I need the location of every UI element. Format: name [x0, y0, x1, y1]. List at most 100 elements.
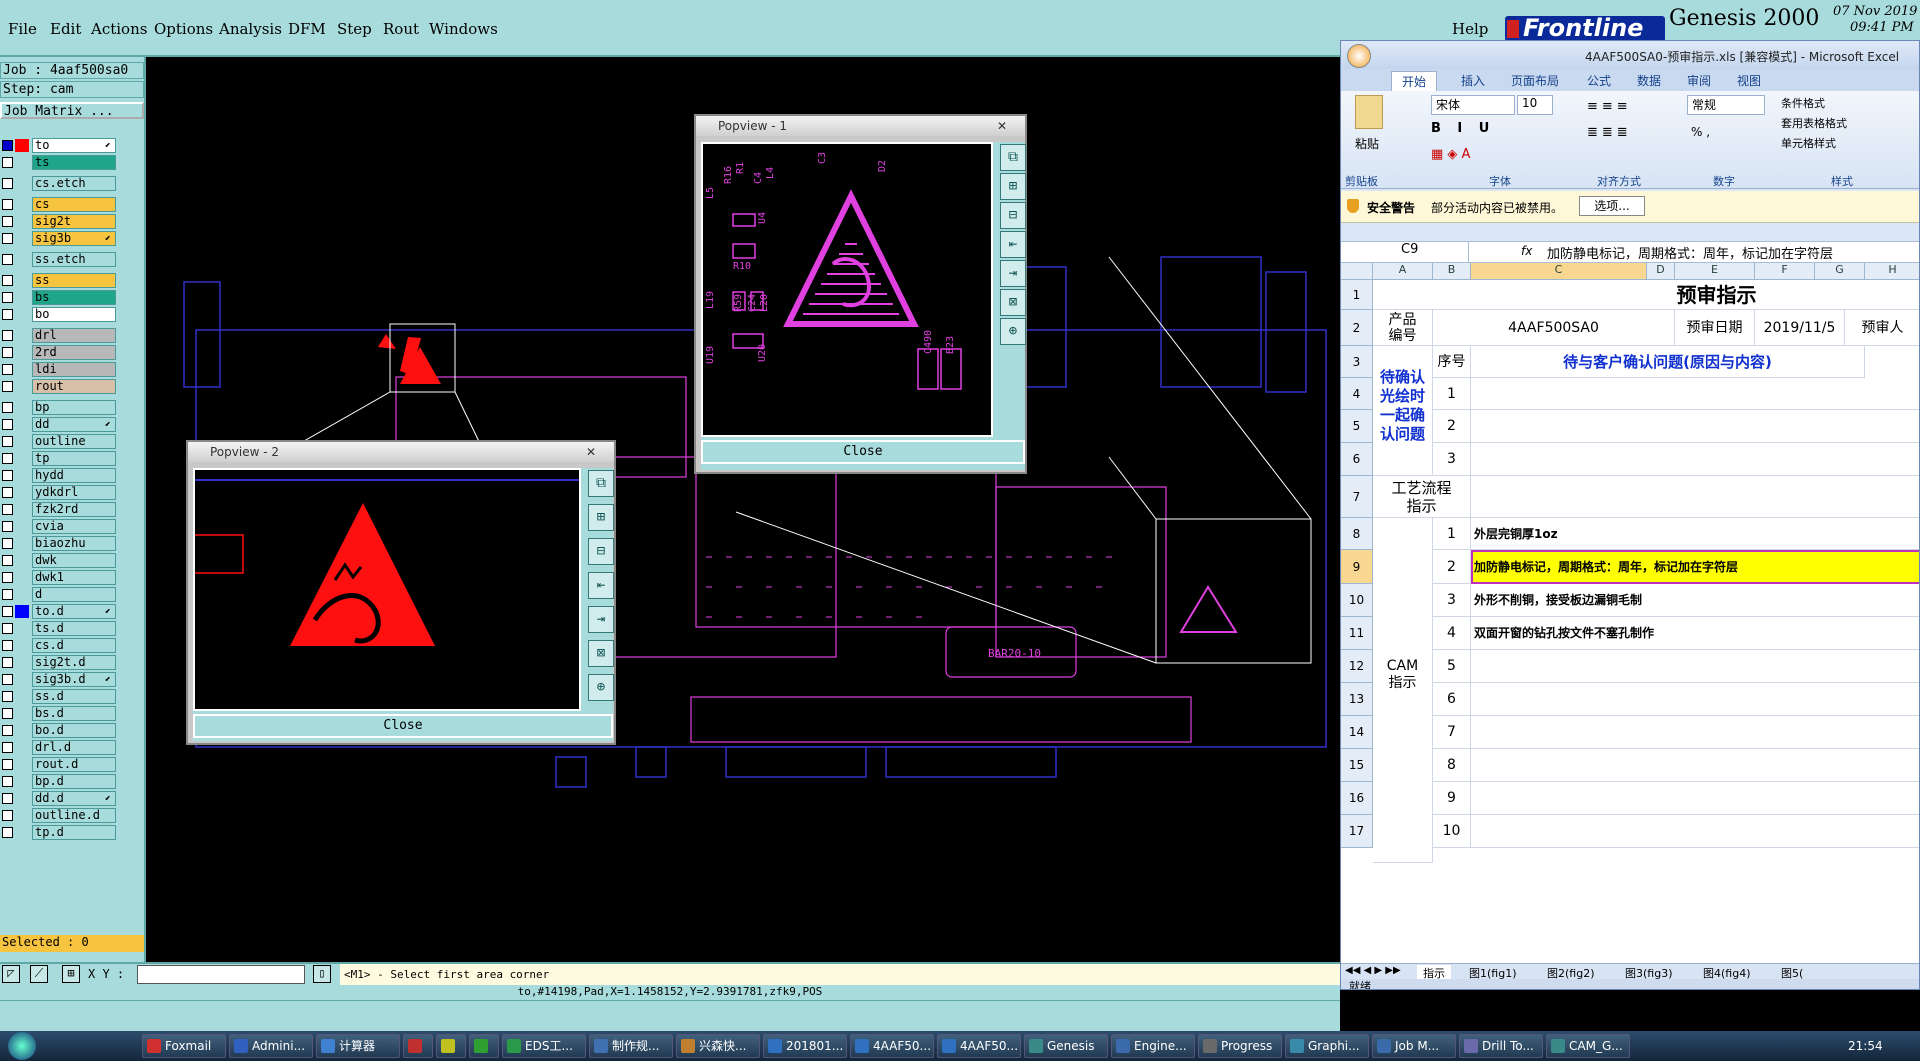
menu-options[interactable]: Options	[154, 20, 213, 38]
layer-name[interactable]: cvia	[32, 519, 116, 534]
layer-checkbox[interactable]	[2, 708, 13, 719]
taskbar-button[interactable]: Foxmail	[142, 1034, 226, 1058]
confirm-cell[interactable]	[1471, 410, 1919, 443]
confirm-cell[interactable]	[1471, 443, 1919, 476]
col-header-f[interactable]: F	[1755, 263, 1815, 280]
layer-row-ldi[interactable]: ldi	[0, 362, 118, 377]
layer-checkbox[interactable]	[2, 589, 13, 600]
paste-icon[interactable]	[1355, 95, 1383, 129]
align-icons[interactable]: ≡≡≡	[1587, 99, 1632, 114]
taskbar-button[interactable]: Engine...	[1111, 1034, 1195, 1058]
cam-empty-cell[interactable]	[1471, 815, 1919, 848]
options-button[interactable]: 选项...	[1579, 196, 1645, 216]
layer-color-swatch[interactable]	[15, 622, 29, 635]
taskbar-button[interactable]: 计算器	[316, 1034, 400, 1058]
col-header-a[interactable]: A	[1373, 263, 1433, 280]
layer-row-to[interactable]: to ⬋	[0, 138, 118, 153]
layer-name[interactable]: bp	[32, 400, 116, 415]
layer-name[interactable]: rout	[32, 379, 116, 394]
layer-checkbox[interactable]	[2, 140, 13, 151]
layer-row-drl-d[interactable]: drl.d	[0, 740, 118, 755]
layer-name[interactable]: ydkdrl	[32, 485, 116, 500]
layer-name[interactable]: bo	[32, 307, 116, 322]
row-header[interactable]: 13	[1341, 683, 1373, 716]
center-icon[interactable]: ⊕	[1000, 318, 1026, 345]
col-header-c[interactable]: C	[1471, 263, 1647, 280]
row-header[interactable]: 2	[1341, 310, 1373, 346]
name-box[interactable]: C9	[1341, 242, 1469, 262]
layer-checkbox[interactable]	[2, 233, 13, 244]
layer-name[interactable]: bs.d	[32, 706, 116, 721]
col-header-e[interactable]: E	[1675, 263, 1755, 280]
zoom-fit-icon[interactable]: ⧉	[1000, 144, 1026, 171]
layer-color-swatch[interactable]	[15, 605, 29, 618]
layer-name[interactable]: tp.d	[32, 825, 116, 840]
popview-2-titlebar[interactable]: Popview - 2 ✕	[188, 442, 614, 462]
layer-row-hydd[interactable]: hydd	[0, 468, 118, 483]
cam-instruction-cell[interactable]: 外层完铜厚1oz	[1471, 518, 1919, 550]
excel-titlebar[interactable]: 4AAF500SA0-预审指示.xls [兼容模式] - Microsoft E…	[1341, 41, 1919, 69]
taskbar-button[interactable]	[469, 1034, 499, 1058]
layer-row-ss-etch[interactable]: ss.etch	[0, 252, 118, 267]
layer-name[interactable]: cs.etch	[32, 176, 116, 191]
layer-row-bs[interactable]: bs	[0, 290, 118, 305]
pan-left-icon[interactable]: ⇤	[588, 572, 614, 599]
layer-row-bs-d[interactable]: bs.d	[0, 706, 118, 721]
layer-color-swatch[interactable]	[15, 571, 29, 584]
layer-name[interactable]: bp.d	[32, 774, 116, 789]
layer-color-swatch[interactable]	[15, 486, 29, 499]
layer-row-outline-d[interactable]: outline.d	[0, 808, 118, 823]
layer-color-swatch[interactable]	[15, 520, 29, 533]
layer-row-2rd[interactable]: 2rd	[0, 345, 118, 360]
layer-color-swatch[interactable]	[15, 554, 29, 567]
start-button-icon[interactable]	[8, 1032, 36, 1060]
row-header[interactable]: 17	[1341, 815, 1373, 848]
layer-name[interactable]: dwk	[32, 553, 116, 568]
pan-left-icon[interactable]: ⇤	[1000, 231, 1026, 258]
layer-color-swatch[interactable]	[15, 656, 29, 669]
layer-checkbox[interactable]	[2, 364, 13, 375]
popview-2-close-button[interactable]: Close	[193, 714, 613, 738]
layer-color-swatch[interactable]	[15, 380, 29, 393]
taskbar-button[interactable]: Job M...	[1372, 1034, 1456, 1058]
layer-checkbox[interactable]	[2, 776, 13, 787]
layer-checkbox[interactable]	[2, 254, 13, 265]
info-icon[interactable]: ▯	[313, 965, 331, 983]
tab-view[interactable]: 视图	[1737, 72, 1761, 89]
layer-name[interactable]: cs	[32, 197, 116, 212]
layer-name[interactable]: tp	[32, 451, 116, 466]
layer-color-swatch[interactable]	[15, 690, 29, 703]
percent-icon[interactable]: % ,	[1691, 125, 1710, 139]
taskbar-button[interactable]	[436, 1034, 466, 1058]
col-header-g[interactable]: G	[1815, 263, 1865, 280]
measure-icon[interactable]: ⟋	[30, 965, 48, 983]
justify-icons[interactable]: ≣≣≣	[1587, 125, 1632, 140]
row-header[interactable]: 1	[1341, 280, 1373, 310]
cam-instruction-cell[interactable]: 加防静电标记，周期格式：周年，标记加在字符层	[1471, 550, 1919, 584]
zoom-area-icon[interactable]: ⊠	[588, 640, 614, 667]
layer-name[interactable]: sig3b.d ⬋	[32, 672, 116, 687]
layer-checkbox[interactable]	[2, 521, 13, 532]
layer-row-ss-d[interactable]: ss.d	[0, 689, 118, 704]
layer-checkbox[interactable]	[2, 793, 13, 804]
layer-checkbox[interactable]	[2, 292, 13, 303]
layer-name[interactable]: sig2t.d	[32, 655, 116, 670]
layer-checkbox[interactable]	[2, 402, 13, 413]
layer-row-bp-d[interactable]: bp.d	[0, 774, 118, 789]
font-name-select[interactable]: 宋体	[1431, 95, 1515, 115]
graphic-canvas[interactable]: BAR20-10 Popview - 1 ✕ L5 R16 R1 C3 C4 L…	[146, 57, 1340, 960]
layer-checkbox[interactable]	[2, 453, 13, 464]
taskbar-button[interactable]: Drill To...	[1459, 1034, 1543, 1058]
layer-checkbox[interactable]	[2, 538, 13, 549]
layer-checkbox[interactable]	[2, 504, 13, 515]
layer-color-swatch[interactable]	[15, 274, 29, 287]
row-header[interactable]: 12	[1341, 650, 1373, 683]
menu-dfm[interactable]: DFM	[288, 20, 326, 38]
spreadsheet-grid[interactable]: A B C D E F G H 1 2 3 4 5 6 7 8 9 10 11 12 13 14 15 16 1…	[1341, 263, 1919, 963]
layer-color-swatch[interactable]	[15, 758, 29, 771]
layer-row-drl[interactable]: drl	[0, 328, 118, 343]
zoom-in-icon[interactable]: ⊞	[1000, 173, 1026, 200]
layer-checkbox[interactable]	[2, 606, 13, 617]
layer-name[interactable]: 2rd	[32, 345, 116, 360]
layer-name[interactable]: fzk2rd	[32, 502, 116, 517]
